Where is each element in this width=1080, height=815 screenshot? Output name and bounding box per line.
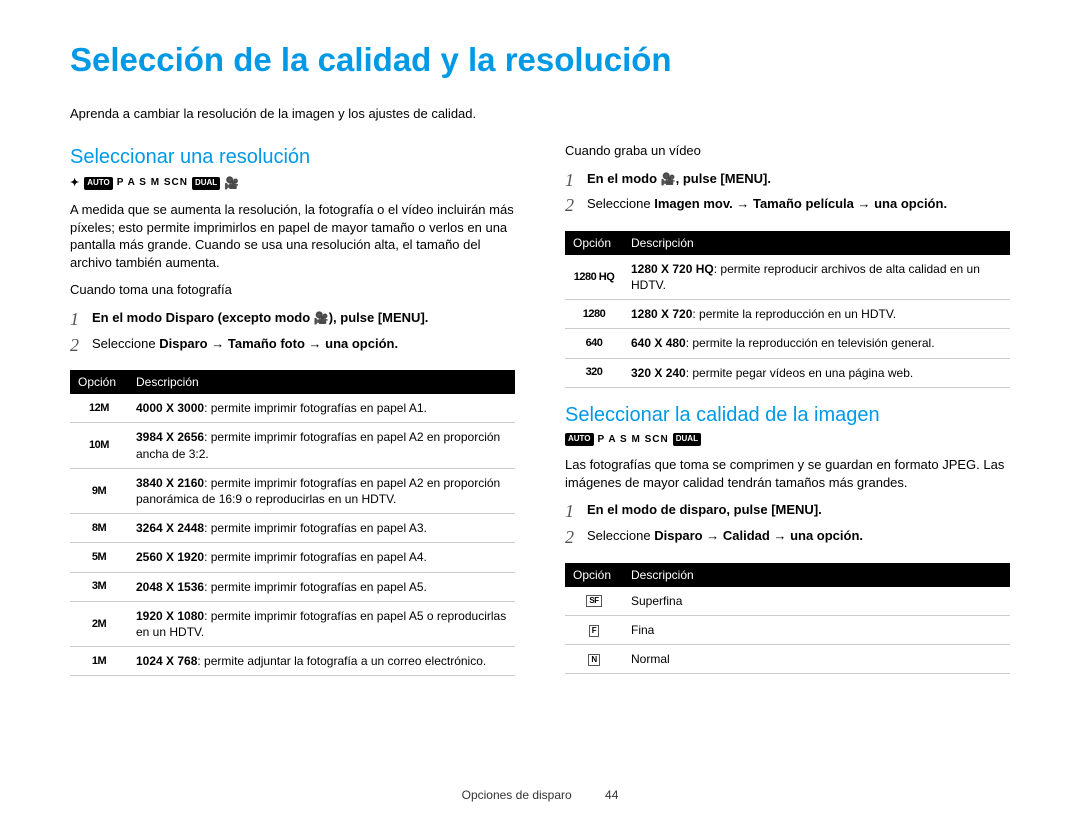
page-number: 44 [605,788,618,802]
option-icon: 1280 HQ [565,255,623,300]
table-row: SF Superfina [565,587,1010,616]
table-row: 1280 HQ 1280 X 720 HQ: permite reproduci… [565,255,1010,300]
table-row: 1M 1024 X 768: permite adjuntar la fotog… [70,647,515,676]
resolution-heading: Seleccionar una resolución [70,144,515,171]
video-mode-icon: 🎥 [661,172,676,186]
quality-modes: AUTO P A S M SCN DUAL [565,433,1010,447]
option-desc: 3840 X 2160: permite imprimir fotografía… [128,468,515,513]
option-icon: 10M [70,423,128,468]
table-row: 5M 2560 X 1920: permite imprimir fotogra… [70,543,515,572]
col-description: Descripción [623,231,1010,255]
video-mode-icon: 🎥 [314,311,329,325]
col-option: Opción [565,231,623,255]
col-option: Opción [70,370,128,394]
photo-step-1: 1 En el modo Disparo (excepto modo 🎥), p… [70,309,515,335]
option-desc: 2560 X 1920: permite imprimir fotografía… [128,543,515,572]
option-desc: 1280 X 720 HQ: permite reproducir archiv… [623,255,1010,300]
table-row: 8M 3264 X 2448: permite imprimir fotogra… [70,514,515,543]
page-footer: Opciones de disparo 44 [0,787,1080,803]
quality-steps: 1 En el modo de disparo, pulse [MENU]. 2… [565,501,1010,552]
option-desc: 1024 X 768: permite adjuntar la fotograf… [128,647,515,676]
page-title: Selección de la calidad y la resolución [70,38,1010,83]
option-desc: 2048 X 1536: permite imprimir fotografía… [128,572,515,601]
quality-heading: Seleccionar la calidad de la imagen [565,402,1010,429]
option-desc: 640 X 480: permite la reproducción en te… [623,329,1010,358]
table-row: 3M 2048 X 1536: permite imprimir fotogra… [70,572,515,601]
option-icon: 320 [565,358,623,387]
video-step-1: 1 En el modo 🎥, pulse [MENU]. [565,170,1010,196]
intro-text: Aprenda a cambiar la resolución de la im… [70,105,1010,123]
auto-mode-icon: AUTO [84,177,113,190]
quality-body: Las fotografías que toma se comprimen y … [565,456,1010,491]
option-desc: Normal [623,645,1010,674]
table-row: 2M 1920 X 1080: permite imprimir fotogra… [70,601,515,646]
option-icon: 640 [565,329,623,358]
col-description: Descripción [128,370,515,394]
option-desc: 320 X 240: permite pegar vídeos en una p… [623,358,1010,387]
left-column: Seleccionar una resolución ✦ AUTO P A S … [70,140,515,690]
option-desc: 3264 X 2448: permite imprimir fotografía… [128,514,515,543]
smart-icon: ✦ [70,176,80,191]
table-row: F Fina [565,615,1010,644]
table-row: 640 640 X 480: permite la reproducción e… [565,329,1010,358]
col-option: Opción [565,563,623,587]
table-row: 9M 3840 X 2160: permite imprimir fotogra… [70,468,515,513]
footer-section: Opciones de disparo [462,788,572,802]
option-icon: 2M [70,601,128,646]
quality-table: Opción Descripción SF SuperfinaF FinaN N… [565,563,1010,675]
video-subhead: Cuando graba un vídeo [565,142,1010,160]
option-icon: 12M [70,394,128,423]
col-description: Descripción [623,563,1010,587]
table-row: 320 320 X 240: permite pegar vídeos en u… [565,358,1010,387]
video-mode-icon: 🎥 [224,175,240,191]
option-desc: Superfina [623,587,1010,616]
option-desc: 1920 X 1080: permite imprimir fotografía… [128,601,515,646]
option-desc: 1280 X 720: permite la reproducción en u… [623,300,1010,329]
resolution-modes: ✦ AUTO P A S M SCN DUAL 🎥 [70,175,515,191]
option-desc: 3984 X 2656: permite imprimir fotografía… [128,423,515,468]
option-desc: Fina [623,615,1010,644]
table-row: N Normal [565,645,1010,674]
resolution-body: A medida que se aumenta la resolución, l… [70,201,515,271]
photo-step-2: 2 Seleccione Disparo → Tamaño foto → una… [70,335,515,361]
quality-step-2: 2 Seleccione Disparo → Calidad → una opc… [565,527,1010,553]
option-icon: 1280 [565,300,623,329]
option-icon: 1M [70,647,128,676]
right-column: Cuando graba un vídeo 1 En el modo 🎥, pu… [565,140,1010,690]
option-icon: F [565,615,623,644]
dual-mode-icon: DUAL [673,433,701,446]
dual-mode-icon: DUAL [192,177,220,190]
photo-steps: 1 En el modo Disparo (excepto modo 🎥), p… [70,309,515,360]
option-icon: 8M [70,514,128,543]
option-icon: 9M [70,468,128,513]
option-icon: SF [565,587,623,616]
quality-step-1: 1 En el modo de disparo, pulse [MENU]. [565,501,1010,527]
table-row: 12M 4000 X 3000: permite imprimir fotogr… [70,394,515,423]
video-steps: 1 En el modo 🎥, pulse [MENU]. 2 Seleccio… [565,170,1010,221]
option-desc: 4000 X 3000: permite imprimir fotografía… [128,394,515,423]
photo-resolution-table: Opción Descripción 12M 4000 X 3000: perm… [70,370,515,676]
table-row: 10M 3984 X 2656: permite imprimir fotogr… [70,423,515,468]
video-step-2: 2 Seleccione Imagen mov. → Tamaño pelícu… [565,195,1010,221]
option-icon: N [565,645,623,674]
table-row: 1280 1280 X 720: permite la reproducción… [565,300,1010,329]
auto-mode-icon: AUTO [565,433,594,446]
option-icon: 5M [70,543,128,572]
photo-subhead: Cuando toma una fotografía [70,281,515,299]
option-icon: 3M [70,572,128,601]
video-resolution-table: Opción Descripción 1280 HQ 1280 X 720 HQ… [565,231,1010,388]
